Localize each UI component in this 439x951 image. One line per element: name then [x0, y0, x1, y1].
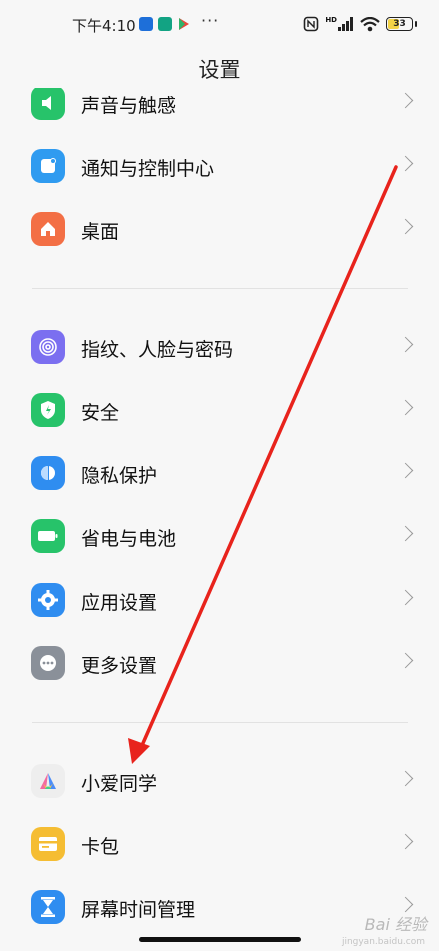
- annotation-arrow: [128, 165, 398, 764]
- home-indicator[interactable]: [139, 937, 301, 942]
- watermark: Bai 经验: [364, 915, 427, 934]
- watermark-sub: jingyan.baidu.com: [341, 937, 425, 947]
